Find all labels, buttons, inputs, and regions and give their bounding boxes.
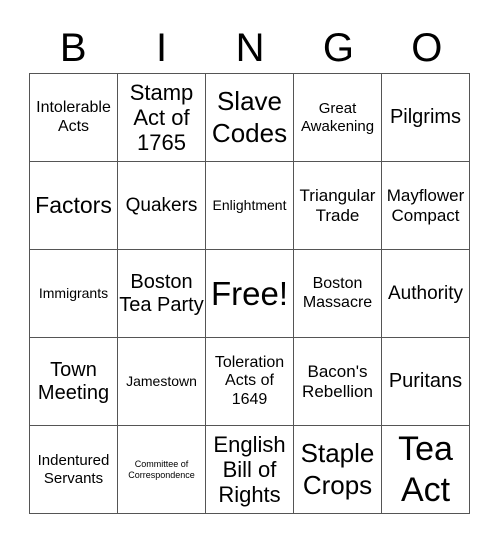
bingo-cell[interactable]: Stamp Act of 1765: [118, 74, 206, 162]
bingo-cell[interactable]: Toleration Acts of 1649: [206, 338, 294, 426]
bingo-cell[interactable]: Slave Codes: [206, 74, 294, 162]
header-letter-b: B: [59, 26, 87, 70]
header-letter-i: I: [156, 26, 168, 70]
bingo-cell[interactable]: English Bill of Rights: [206, 426, 294, 514]
bingo-cell[interactable]: Quakers: [118, 162, 206, 250]
header-letter-o: O: [411, 26, 443, 70]
bingo-cell[interactable]: Pilgrims: [382, 74, 470, 162]
header-letter-n: N: [235, 26, 265, 70]
bingo-cell[interactable]: Triangular Trade: [294, 162, 382, 250]
bingo-cell[interactable]: Staple Crops: [294, 426, 382, 514]
bingo-cell[interactable]: Boston Massacre: [294, 250, 382, 338]
bingo-cell[interactable]: Great Awakening: [294, 74, 382, 162]
bingo-cell[interactable]: Puritans: [382, 338, 470, 426]
bingo-cell[interactable]: Mayflower Compact: [382, 162, 470, 250]
bingo-cell[interactable]: Boston Tea Party: [118, 250, 206, 338]
bingo-cell[interactable]: Indentured Servants: [30, 426, 118, 514]
bingo-cell[interactable]: Bacon's Rebellion: [294, 338, 382, 426]
bingo-cell[interactable]: Enlightment: [206, 162, 294, 250]
bingo-cell[interactable]: Town Meeting: [30, 338, 118, 426]
bingo-cell[interactable]: Jamestown: [118, 338, 206, 426]
header-letter-g: G: [322, 26, 354, 70]
bingo-cell[interactable]: Intolerable Acts: [30, 74, 118, 162]
bingo-header: B I N G O: [29, 24, 471, 72]
bingo-cell[interactable]: Factors: [30, 162, 118, 250]
bingo-card-grid: Intolerable Acts Stamp Act of 1765 Slave…: [29, 73, 470, 514]
bingo-cell[interactable]: Authority: [382, 250, 470, 338]
bingo-cell[interactable]: Committee of Correspondence: [118, 426, 206, 514]
free-space[interactable]: Free!: [206, 250, 294, 338]
bingo-cell[interactable]: Tea Act: [382, 426, 470, 514]
bingo-cell[interactable]: Immigrants: [30, 250, 118, 338]
